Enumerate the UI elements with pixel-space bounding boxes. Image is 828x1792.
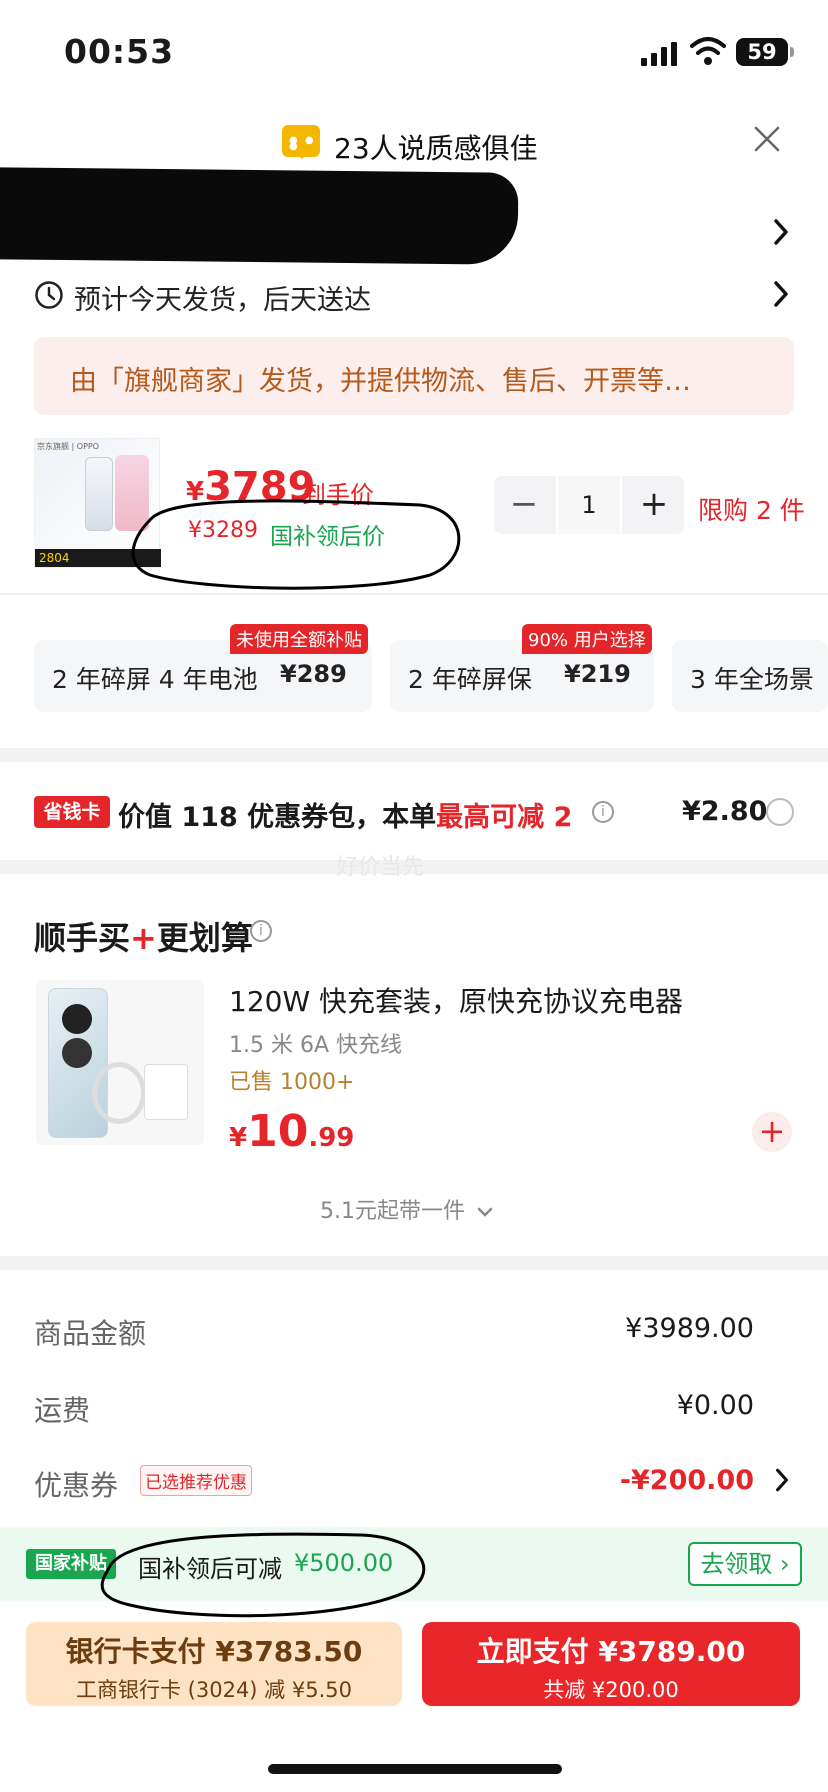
service-name: 2 年碎屏保: [408, 665, 532, 694]
seller-notice: 由「旗舰商家」发货，并提供物流、售后、开票等…: [34, 337, 794, 415]
bank-card-pay-subtitle: 工商银行卡 (3024) 减 ¥5.50: [76, 1678, 352, 1702]
address-chevron-right-icon[interactable]: [772, 218, 790, 246]
addon-image[interactable]: [36, 980, 204, 1145]
coupon-badge: 已选推荐优惠: [140, 1465, 252, 1496]
phone-image: [85, 457, 113, 531]
clock-icon: [35, 281, 63, 309]
subsidy-price-label: 国补领后价: [270, 524, 385, 550]
gov-subsidy-text: 国补领后可减: [138, 1555, 282, 1583]
delivery-estimate: 预计今天发货，后天送达: [74, 285, 371, 316]
gov-subsidy-value: ¥500.00: [294, 1549, 394, 1577]
purchase-limit: 限购 2 件: [698, 496, 805, 525]
subsidy-price: ¥3289: [188, 518, 258, 543]
goods-amount-label: 商品金额: [34, 1317, 147, 1350]
product-image-brand: 京东旗舰 | OPPO: [37, 442, 100, 451]
shipping-value: ¥0.00: [676, 1390, 754, 1421]
chat-bubble-icon: ● ● ●: [282, 125, 320, 159]
final-price-label: 到手价: [302, 481, 374, 509]
battery-icon: 59: [736, 38, 794, 66]
more-addons-link[interactable]: 5.1元起带一件: [320, 1193, 494, 1225]
watermark: 好价当先: [336, 855, 425, 880]
wifi-icon: [690, 37, 726, 65]
addon-section-title: 顺手买+更划算: [34, 919, 253, 957]
section-separator: [0, 748, 828, 762]
service-name: 2 年碎屏 4 年电池: [52, 665, 258, 694]
coupon-chevron-right-icon[interactable]: [774, 1467, 790, 1493]
addon-name[interactable]: 120W 快充套装，原快充协议充电器: [229, 980, 683, 1020]
pay-now-button[interactable]: 立即支付 ¥3789.00 共减 ¥200.00: [422, 1622, 800, 1706]
header-title: 23人说质感俱佳: [334, 132, 538, 165]
divider: [0, 593, 828, 595]
phone-image: [115, 455, 149, 531]
final-price: ¥3789: [186, 464, 316, 510]
hand-drawn-annotation: [100, 499, 461, 1618]
quantity-value[interactable]: 1: [556, 476, 622, 534]
gov-subsidy-bar: 国家补贴 国补领后可减 ¥500.00 去领取 ›: [0, 1527, 828, 1601]
coupon-label: 优惠券: [34, 1469, 119, 1502]
delivery-chevron-right-icon[interactable]: [772, 280, 790, 308]
bank-card-pay-button[interactable]: 银行卡支付 ¥3783.50 工商银行卡 (3024) 减 ¥5.50: [26, 1622, 402, 1706]
info-icon[interactable]: i: [250, 920, 272, 942]
cellular-signal-icon: [641, 42, 677, 66]
home-indicator: [268, 1764, 562, 1774]
coupon-value[interactable]: -¥200.00: [514, 1465, 754, 1496]
service-badge: 90% 用户选择: [522, 624, 652, 654]
info-icon[interactable]: i: [592, 801, 614, 823]
savings-card-badge: 省钱卡: [34, 796, 110, 828]
service-option[interactable]: 3 年全场景: [672, 640, 828, 712]
savings-card-radio[interactable]: [766, 798, 794, 826]
goods-amount-value: ¥3989.00: [625, 1313, 754, 1344]
service-option[interactable]: 未使用全额补贴 2 年碎屏 4 年电池 ¥289: [34, 624, 372, 712]
decrease-button[interactable]: −: [494, 476, 554, 534]
checkout-screen: { "status": {"time": "00:53", "battery":…: [0, 0, 828, 1792]
close-icon[interactable]: [752, 124, 782, 154]
product-image[interactable]: 京东旗舰 | OPPO 2804: [34, 438, 161, 568]
addon-subtitle: 1.5 米 6A 快充线: [229, 1033, 403, 1058]
shipping-label: 运费: [34, 1394, 91, 1427]
redacted-address: [0, 167, 519, 265]
pay-now-subtitle: 共减 ¥200.00: [543, 1678, 679, 1702]
addon-sold-count: 已售 1000+: [229, 1070, 355, 1095]
gov-subsidy-badge: 国家补贴: [26, 1549, 116, 1579]
bank-card-pay-title: 银行卡支付 ¥3783.50: [65, 1635, 363, 1668]
addon-price: ¥10.99: [229, 1106, 355, 1157]
status-time: 00:53: [64, 32, 175, 71]
savings-card-price: ¥2.80: [682, 796, 768, 827]
product-image-tag: 2804: [35, 549, 161, 567]
seller-notice-text: 由「旗舰商家」发货，并提供物流、售后、开票等…: [70, 366, 691, 397]
service-price: ¥289: [280, 660, 347, 688]
savings-card-text: 价值 118 优惠券包，本单最高可减 2: [118, 802, 573, 833]
pay-now-title: 立即支付 ¥3789.00: [476, 1635, 746, 1668]
section-separator: [0, 1256, 828, 1270]
service-price: ¥219: [564, 660, 631, 688]
service-name: 3 年全场景: [690, 665, 814, 694]
service-option[interactable]: 90% 用户选择 2 年碎屏保 ¥219: [390, 624, 654, 712]
add-addon-button[interactable]: +: [752, 1112, 792, 1152]
increase-button[interactable]: +: [624, 476, 684, 534]
service-badge: 未使用全额补贴: [230, 624, 368, 654]
quantity-stepper: − 1 +: [494, 476, 684, 534]
claim-subsidy-button[interactable]: 去领取 ›: [688, 1542, 802, 1586]
chevron-down-icon: [477, 1207, 493, 1217]
